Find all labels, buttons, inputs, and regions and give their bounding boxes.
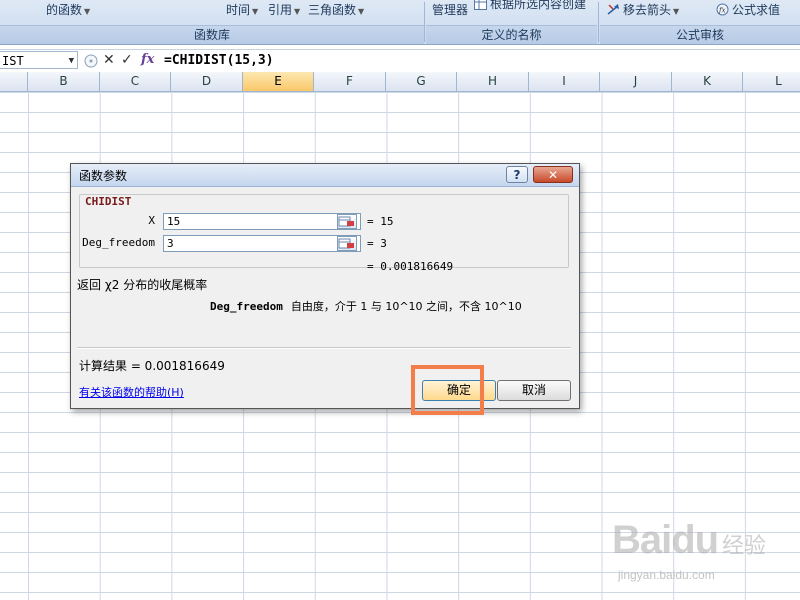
column-header[interactable]: G	[386, 72, 457, 91]
formula-bar-options-icon[interactable]	[84, 54, 98, 68]
svg-text:fx: fx	[718, 7, 726, 15]
arg-label-x: X	[148, 214, 155, 227]
column-header[interactable]: I	[529, 72, 600, 91]
ribbon-group-function-library: 函数库	[0, 25, 424, 44]
column-header[interactable]: C	[100, 72, 171, 91]
insert-function-icon[interactable]: fx	[141, 52, 154, 68]
chevron-down-icon: ▼	[294, 7, 301, 16]
collapse-dialog-icon	[338, 216, 354, 227]
formula-input[interactable]: =CHIDIST(15,3)	[164, 50, 274, 72]
function-name: CHIDIST	[83, 195, 134, 208]
column-header-selected[interactable]: E	[243, 72, 314, 91]
select-all-corner[interactable]	[0, 72, 28, 91]
column-header[interactable]: L	[743, 72, 800, 91]
collapse-dialog-icon	[338, 238, 354, 249]
watermark-url: jingyan.baidu.com	[618, 568, 715, 582]
dialog-title-bar[interactable]: 函数参数 ? ✕	[71, 164, 579, 187]
ribbon-remove-arrows-button[interactable]: 移去箭头 ▼	[607, 1, 679, 18]
formula-preview-result: = 0.001816649	[367, 260, 454, 273]
table-icon	[474, 0, 487, 10]
arguments-group	[79, 194, 569, 268]
argument-description-name: Deg_freedom	[210, 300, 283, 313]
watermark-brand-cn: 经验	[722, 534, 767, 559]
ribbon-name-manager-button[interactable]: 管理器	[432, 1, 468, 18]
column-header[interactable]: H	[457, 72, 529, 91]
argument-description: Deg_freedom 自由度，介于 1 与 10^10 之间，不含 10^10	[210, 298, 522, 314]
arg-input-deg-freedom[interactable]: 3	[163, 235, 361, 252]
arg-label-deg-freedom: Deg_freedom	[82, 236, 155, 249]
formula-result: 计算结果 = 0.001816649	[79, 359, 225, 373]
ribbon-separator	[598, 2, 599, 42]
collapse-dialog-button[interactable]	[337, 214, 357, 229]
divider	[77, 347, 571, 349]
name-box[interactable]: IST ▼	[0, 51, 78, 69]
chevron-down-icon: ▼	[84, 7, 91, 16]
ribbon-group-defined-names: 定义的名称	[426, 25, 597, 44]
dialog-title: 函数参数	[79, 169, 128, 183]
row-header-strip	[0, 92, 29, 600]
column-header-bar: B C D E F G H I J K L	[0, 72, 800, 92]
watermark: Baidu 经验 jingyan.baidu.com	[612, 518, 792, 588]
cancel-button[interactable]: 取消	[497, 380, 571, 401]
evaluate-formula-icon: fx	[716, 3, 729, 16]
collapse-dialog-button[interactable]	[337, 236, 357, 251]
ribbon: 的函数 ▼ 时间 ▼ 引用 ▼ 三角函数 ▼ 管理器 根据所选内容创建 移去箭头 ▼ fx…	[0, 0, 800, 45]
enter-icon[interactable]: ✓	[121, 52, 133, 68]
argument-description-text: 自由度，介于 1 与 10^10 之间，不含 10^10	[290, 300, 522, 313]
arg-result-x: = 15	[367, 215, 394, 228]
column-header[interactable]: K	[672, 72, 743, 91]
remove-arrows-icon	[607, 4, 619, 15]
ribbon-lookup-button[interactable]: 引用 ▼	[268, 1, 300, 18]
function-description: 返回 χ2 分布的收尾概率	[77, 278, 208, 292]
ribbon-separator	[424, 2, 425, 42]
column-header[interactable]: D	[171, 72, 243, 91]
watermark-brand: Baidu	[612, 518, 719, 562]
column-header[interactable]: B	[28, 72, 100, 91]
arg-result-deg-freedom: = 3	[367, 237, 387, 250]
chevron-down-icon: ▼	[68, 56, 74, 66]
highlight-box	[411, 365, 484, 415]
chevron-down-icon: ▼	[358, 7, 365, 16]
ribbon-trig-button[interactable]: 三角函数 ▼	[308, 1, 364, 18]
ribbon-evaluate-formula-button[interactable]: fx 公式求值	[716, 1, 780, 18]
formula-bar: IST ▼ ✕ ✓ fx =CHIDIST(15,3)	[0, 49, 800, 73]
function-arguments-dialog: 函数参数 ? ✕ CHIDIST X 15 = 15 Deg_freedom 3…	[70, 163, 580, 409]
arg-input-x[interactable]: 15	[163, 213, 361, 230]
cancel-entry-icon[interactable]: ✕	[103, 52, 115, 68]
ribbon-more-functions-button[interactable]: 的函数 ▼	[46, 1, 90, 18]
help-on-function-link[interactable]: 有关该函数的帮助(H)	[79, 384, 184, 400]
help-button[interactable]: ?	[506, 166, 528, 183]
chevron-down-icon: ▼	[673, 7, 680, 16]
chevron-down-icon: ▼	[252, 7, 259, 16]
column-header[interactable]: J	[600, 72, 672, 91]
ribbon-group-formula-auditing: 公式审核	[600, 25, 800, 44]
column-header[interactable]: F	[314, 72, 386, 91]
ribbon-datetime-button[interactable]: 时间 ▼	[226, 1, 258, 18]
ribbon-create-from-selection-button[interactable]: 根据所选内容创建	[474, 0, 586, 12]
close-button[interactable]: ✕	[533, 166, 573, 183]
